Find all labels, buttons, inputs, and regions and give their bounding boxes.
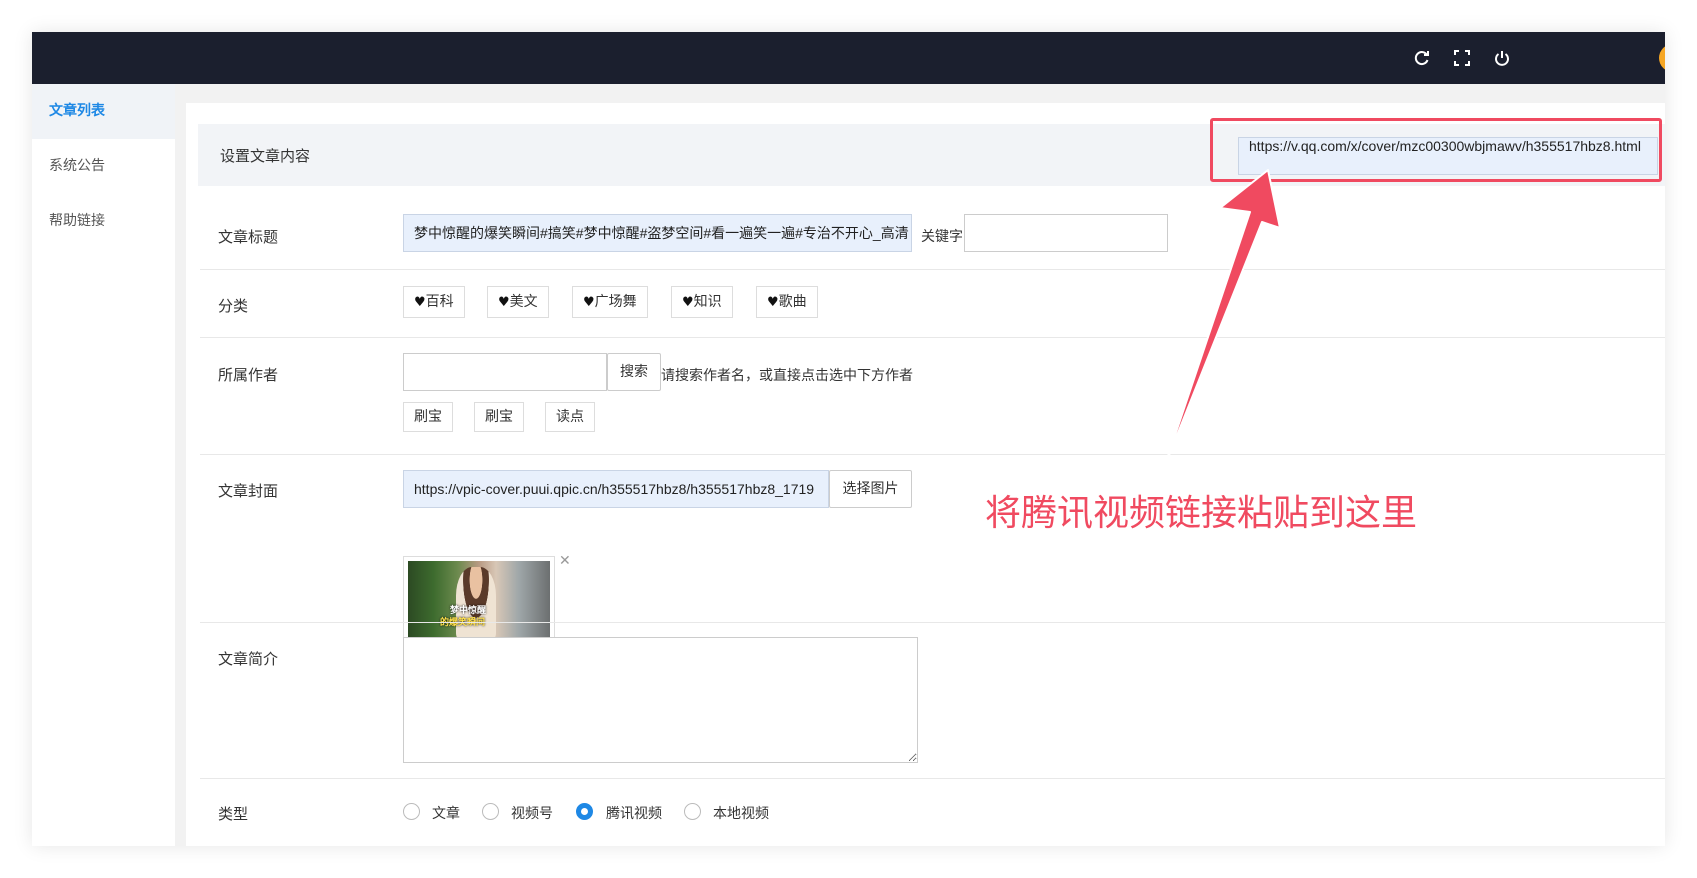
divider bbox=[200, 778, 1665, 779]
form-title: 设置文章内容 bbox=[220, 147, 311, 165]
type-radio-local-video[interactable] bbox=[684, 803, 701, 820]
search-button[interactable]: 搜索 bbox=[607, 353, 661, 391]
intro-textarea[interactable] bbox=[403, 637, 918, 763]
intro-label: 文章简介 bbox=[218, 650, 279, 668]
type-radio-label: 本地视频 bbox=[713, 806, 769, 822]
divider bbox=[200, 337, 1665, 338]
category-tag-label: 知识 bbox=[693, 294, 722, 310]
fullscreen-icon[interactable] bbox=[1450, 46, 1474, 70]
main-content: 设置文章内容 https://v.qq.com/x/cover/mzc00300… bbox=[186, 103, 1665, 846]
category-tag[interactable]: ♥美文 bbox=[487, 286, 549, 318]
heart-icon: ♥ bbox=[767, 295, 779, 310]
cover-url-input[interactable]: https://vpic-cover.puui.qpic.cn/h355517h… bbox=[403, 470, 829, 508]
sidebar-item-article-list[interactable]: 文章列表 bbox=[32, 84, 175, 139]
divider bbox=[200, 454, 1665, 455]
cover-label: 文章封面 bbox=[218, 482, 279, 500]
select-image-button[interactable]: 选择图片 bbox=[829, 470, 912, 508]
category-tag[interactable]: ♥歌曲 bbox=[756, 286, 818, 318]
annotation-text: 将腾讯视频链接粘贴到这里 bbox=[985, 493, 1418, 534]
heart-icon: ♥ bbox=[414, 295, 426, 310]
sidebar: 文章列表 系统公告 帮助链接 bbox=[32, 84, 175, 846]
title-label: 文章标题 bbox=[218, 228, 279, 246]
type-radio-label: 腾讯视频 bbox=[606, 806, 662, 822]
refresh-icon[interactable] bbox=[1410, 46, 1434, 70]
keyword-input[interactable] bbox=[964, 214, 1168, 252]
category-tag[interactable]: ♥百科 bbox=[403, 286, 465, 318]
cover-image: 梦中惊醒 的爆笑瞬间 bbox=[408, 561, 550, 639]
keyword-label: 关键字 bbox=[921, 229, 963, 245]
heart-icon: ♥ bbox=[583, 295, 595, 310]
cover-thumbnail: 梦中惊醒 的爆笑瞬间 bbox=[403, 556, 555, 644]
title-input[interactable]: 梦中惊醒的爆笑瞬间#搞笑#梦中惊醒#盗梦空间#看一遍笑一遍#专治不开心_高清 bbox=[403, 214, 912, 252]
power-icon[interactable] bbox=[1490, 46, 1514, 70]
category-tag-label: 广场舞 bbox=[594, 294, 637, 310]
category-tag-label: 百科 bbox=[425, 294, 454, 310]
heart-icon: ♥ bbox=[498, 295, 510, 310]
author-chip[interactable]: 刷宝 bbox=[474, 402, 524, 432]
category-tag-label: 歌曲 bbox=[778, 294, 807, 310]
category-label: 分类 bbox=[218, 297, 249, 315]
heart-icon: ♥ bbox=[682, 295, 694, 310]
category-tag[interactable]: ♥知识 bbox=[671, 286, 733, 318]
type-radio-channel[interactable] bbox=[482, 803, 499, 820]
divider bbox=[200, 269, 1665, 270]
author-chip[interactable]: 刷宝 bbox=[403, 402, 453, 432]
remove-cover-icon[interactable]: ✕ bbox=[559, 553, 571, 569]
sidebar-item-help-links[interactable]: 帮助链接 bbox=[32, 194, 175, 249]
category-tag[interactable]: ♥广场舞 bbox=[572, 286, 648, 318]
author-search-input[interactable] bbox=[403, 353, 607, 391]
annotation-arrow bbox=[1163, 169, 1281, 469]
author-label: 所属作者 bbox=[218, 366, 279, 384]
author-hint: 请搜索作者名，或直接点击选中下方作者 bbox=[661, 368, 913, 384]
avatar[interactable] bbox=[1659, 44, 1665, 72]
top-bar bbox=[32, 32, 1665, 84]
category-tag-label: 美文 bbox=[509, 294, 538, 310]
type-radio-tencent-video[interactable] bbox=[576, 803, 593, 820]
type-radio-label: 视频号 bbox=[511, 806, 553, 822]
divider bbox=[200, 622, 1665, 623]
sidebar-item-announcements[interactable]: 系统公告 bbox=[32, 139, 175, 194]
type-label: 类型 bbox=[218, 805, 249, 823]
author-chip[interactable]: 读点 bbox=[545, 402, 595, 432]
type-radio-label: 文章 bbox=[432, 806, 460, 822]
type-radio-article[interactable] bbox=[403, 803, 420, 820]
